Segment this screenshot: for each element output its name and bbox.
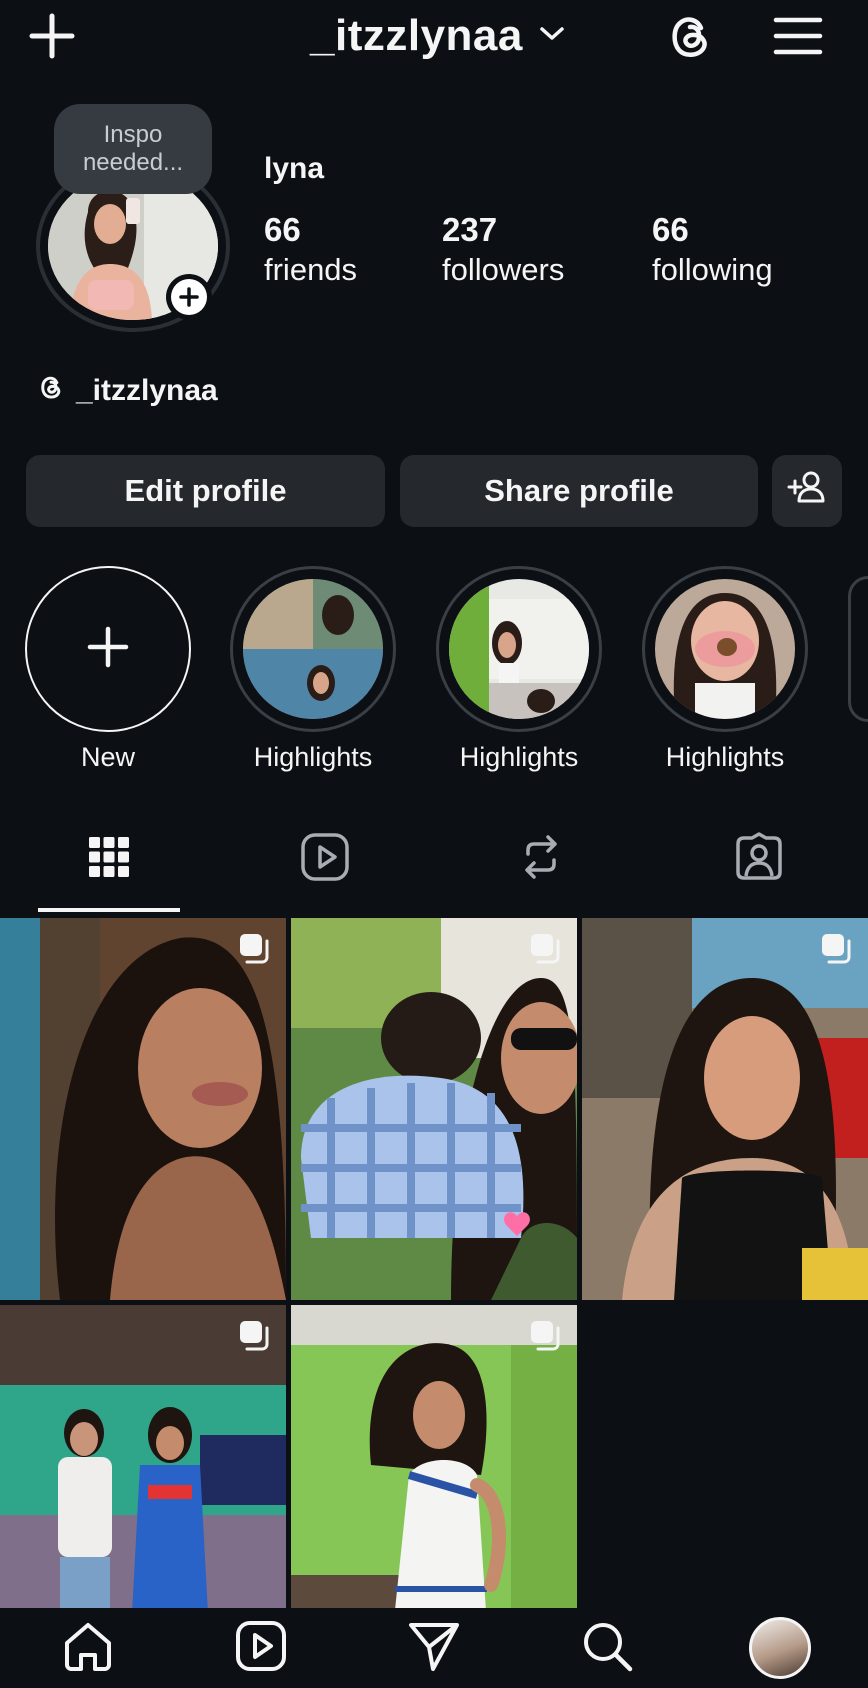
nav-home[interactable] — [56, 1616, 120, 1680]
stat-label: friends — [264, 252, 358, 287]
profile-tabs — [0, 814, 868, 914]
highlight-label: New — [80, 742, 135, 772]
bottom-navigation — [0, 1608, 868, 1688]
tagged-icon — [734, 831, 784, 887]
highlight-ring — [436, 566, 602, 732]
stat-label: following — [652, 252, 773, 287]
add-story-button[interactable] — [166, 274, 212, 320]
stat-label: followers — [442, 252, 565, 287]
threads-icon — [36, 372, 66, 410]
stat-followers[interactable]: 237 followers — [442, 210, 564, 290]
highlight-item[interactable]: Highlights — [642, 566, 808, 773]
note-line-1: Inspo — [103, 121, 163, 148]
reels-icon — [234, 1619, 288, 1678]
note-line-2: needed... — [82, 149, 184, 176]
highlight-new[interactable]: New — [25, 566, 191, 773]
highlight-item-partial[interactable] — [848, 576, 868, 722]
new-highlight-circle — [25, 566, 191, 732]
top-bar: _itzzlynaa — [0, 0, 868, 72]
reposts-icon — [516, 832, 566, 887]
carousel-icon — [238, 1319, 272, 1353]
carousel-icon — [529, 1319, 563, 1353]
stat-count: 237 — [442, 211, 498, 248]
post-tile[interactable] — [291, 918, 577, 1300]
threads-handle-text: _itzzlynaa — [76, 374, 218, 407]
note-bubble[interactable]: Inspo needed... — [54, 104, 212, 194]
reels-icon — [300, 832, 350, 887]
nav-search[interactable] — [575, 1616, 639, 1680]
search-icon — [580, 1619, 634, 1678]
discover-people-button[interactable] — [772, 455, 842, 527]
stat-following[interactable]: 66 following — [652, 210, 773, 290]
threads-profile-link[interactable]: _itzzlynaa — [36, 372, 218, 410]
highlight-item[interactable]: Highlights — [230, 566, 396, 773]
highlight-label: Highlights — [665, 742, 785, 772]
plus-icon — [84, 623, 132, 676]
carousel-icon — [820, 932, 854, 966]
instagram-profile-page: _itzzlynaa Inspo needed... lyna 66 frien… — [0, 0, 868, 1688]
highlight-ring — [230, 566, 396, 732]
nav-profile[interactable] — [748, 1616, 812, 1680]
tab-reels[interactable] — [250, 814, 400, 904]
highlight-ring — [642, 566, 808, 732]
grid-icon — [87, 835, 131, 884]
highlight-item[interactable]: Highlights — [436, 566, 602, 773]
chevron-down-icon — [539, 25, 565, 48]
profile-avatar-icon — [749, 1617, 811, 1679]
stat-count: 66 — [264, 211, 301, 248]
tab-tagged[interactable] — [684, 814, 834, 904]
add-person-icon — [787, 467, 827, 515]
stat-count: 66 — [652, 211, 689, 248]
highlight-label: Highlights — [253, 742, 373, 772]
create-plus-icon[interactable] — [24, 8, 80, 64]
highlight-cover — [655, 579, 795, 719]
nav-reels[interactable] — [229, 1616, 293, 1680]
tab-reposts[interactable] — [466, 814, 616, 904]
highlight-cover — [243, 579, 383, 719]
active-tab-indicator — [38, 908, 180, 912]
highlight-label: Highlights — [459, 742, 579, 772]
threads-icon[interactable] — [662, 8, 718, 64]
carousel-icon — [529, 932, 563, 966]
send-icon — [407, 1619, 461, 1678]
share-profile-button[interactable]: Share profile — [400, 455, 758, 527]
display-name: lyna — [264, 152, 325, 185]
username-title: _itzzlynaa — [310, 11, 523, 60]
account-switcher[interactable]: _itzzlynaa — [310, 6, 565, 66]
home-icon — [61, 1619, 115, 1678]
post-tile[interactable] — [0, 918, 286, 1300]
hamburger-menu-icon[interactable] — [770, 8, 826, 64]
plus-icon — [171, 279, 207, 315]
highlight-cover — [449, 579, 589, 719]
stat-friends[interactable]: 66 friends — [264, 210, 357, 290]
post-tile[interactable] — [582, 918, 868, 1300]
carousel-icon — [238, 932, 272, 966]
edit-profile-button[interactable]: Edit profile — [26, 455, 385, 527]
tab-posts-grid[interactable] — [34, 814, 184, 904]
nav-messages[interactable] — [402, 1616, 466, 1680]
